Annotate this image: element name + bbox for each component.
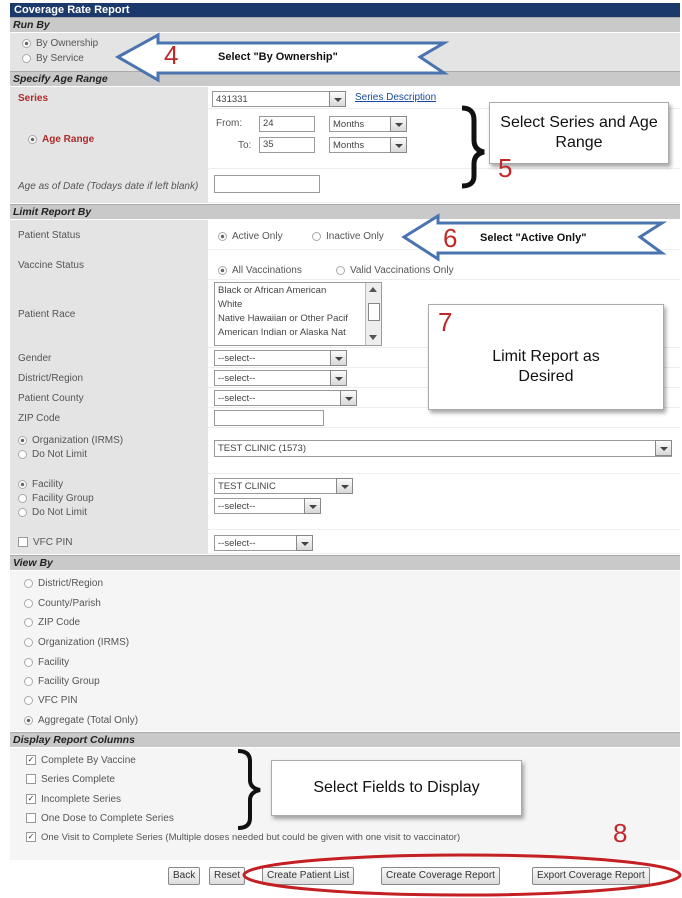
step-8-number: 8 [613, 818, 628, 848]
step-5-callout: Select Series and Age Range [489, 102, 669, 164]
step-6-number: 6 [443, 223, 458, 253]
step-6-text: Select "Active Only" [480, 232, 587, 244]
step-4-number: 4 [164, 40, 179, 70]
step-5-number: 5 [498, 153, 513, 183]
select-fields-callout: Select Fields to Display [271, 760, 522, 816]
buttons-highlight-ellipse [242, 853, 682, 897]
step-7-number: 7 [438, 307, 453, 337]
brace-fields-icon [237, 749, 261, 830]
brace-5-icon [461, 105, 485, 189]
step-7-callout: Limit Report as Desired [428, 304, 664, 410]
step-4-text: Select "By Ownership" [218, 51, 338, 63]
